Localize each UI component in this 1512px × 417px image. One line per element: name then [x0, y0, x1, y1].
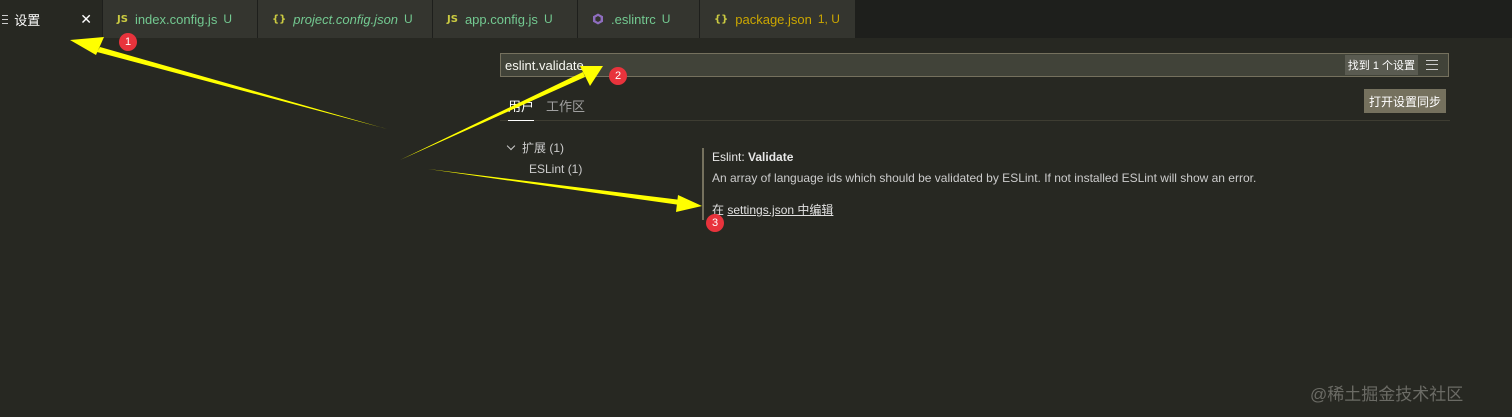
toc-group-extensions[interactable]: 扩展 (1)	[506, 139, 565, 156]
tab-label: index.config.js	[134, 11, 218, 27]
git-status-badge: U	[404, 12, 413, 26]
tab-app-config[interactable]: JS app.config.js U	[433, 0, 578, 38]
edit-in-settings-json-link[interactable]: settings.json 中编辑	[727, 203, 833, 217]
setting-category: Eslint:	[712, 150, 749, 164]
git-status-badge: U	[543, 12, 553, 26]
arrow-1	[70, 37, 387, 129]
annotation-badge-1: 1	[119, 33, 137, 51]
settings-search-box: 找到 1 个设置	[500, 53, 1449, 77]
toc-item-eslint[interactable]: ESLint (1)	[529, 162, 582, 176]
search-result-count: 找到 1 个设置	[1344, 55, 1418, 75]
settings-editor: 设置 ✕ JS index.config.js U {} project.con…	[0, 0, 1512, 417]
filter-icon[interactable]	[1426, 60, 1438, 70]
watermark: @稀土掘金技术社区	[1310, 385, 1464, 404]
tab-eslintrc[interactable]: .eslintrc U	[578, 0, 700, 38]
setting-description: An array of language ids which should be…	[712, 171, 1257, 185]
edit-in-settings-json: 在 settings.json 中编辑	[712, 201, 833, 218]
tab-settings[interactable]: 设置 ✕	[0, 0, 103, 38]
tab-label: 设置	[14, 12, 41, 28]
git-status-badge: U	[661, 12, 671, 26]
tab-package-json[interactable]: {} package.json 1, U	[700, 0, 856, 38]
settings-search-input[interactable]	[501, 55, 1345, 75]
json-file-icon: {}	[272, 13, 287, 25]
annotation-badge-2: 2	[609, 67, 627, 85]
editor-tab-bar: 设置 ✕ JS index.config.js U {} project.con…	[0, 0, 1512, 38]
json-file-icon: {}	[714, 13, 729, 25]
settings-scope-tabs: 用户 工作区	[500, 92, 1450, 121]
setting-item-eslint-validate: Eslint: Validate An array of language id…	[702, 148, 1442, 220]
tab-label: app.config.js	[464, 11, 538, 27]
js-file-icon: JS	[117, 13, 128, 25]
eslint-file-icon	[593, 13, 603, 25]
tab-project-config[interactable]: {} project.config.json U	[258, 0, 433, 38]
setting-name: Validate	[748, 150, 794, 164]
problem-status-badge: 1, U	[817, 12, 840, 26]
settings-sync-button[interactable]: 打开设置同步	[1364, 89, 1447, 113]
tab-user-settings[interactable]: 用户	[508, 96, 535, 121]
tab-label: .eslintrc	[611, 11, 656, 27]
close-icon[interactable]: ✕	[80, 11, 92, 28]
toc-group-label: 扩展 (1)	[522, 141, 565, 155]
chevron-down-icon	[506, 141, 516, 151]
settings-menu-icon	[2, 14, 9, 24]
tab-workspace-settings[interactable]: 工作区	[546, 96, 585, 115]
setting-title: Eslint: Validate	[712, 150, 793, 164]
tab-label: project.config.json	[293, 11, 399, 27]
tab-label: package.json	[735, 11, 812, 27]
git-status-badge: U	[223, 12, 232, 26]
annotation-badge-3: 3	[706, 214, 724, 232]
js-file-icon: JS	[447, 13, 458, 25]
